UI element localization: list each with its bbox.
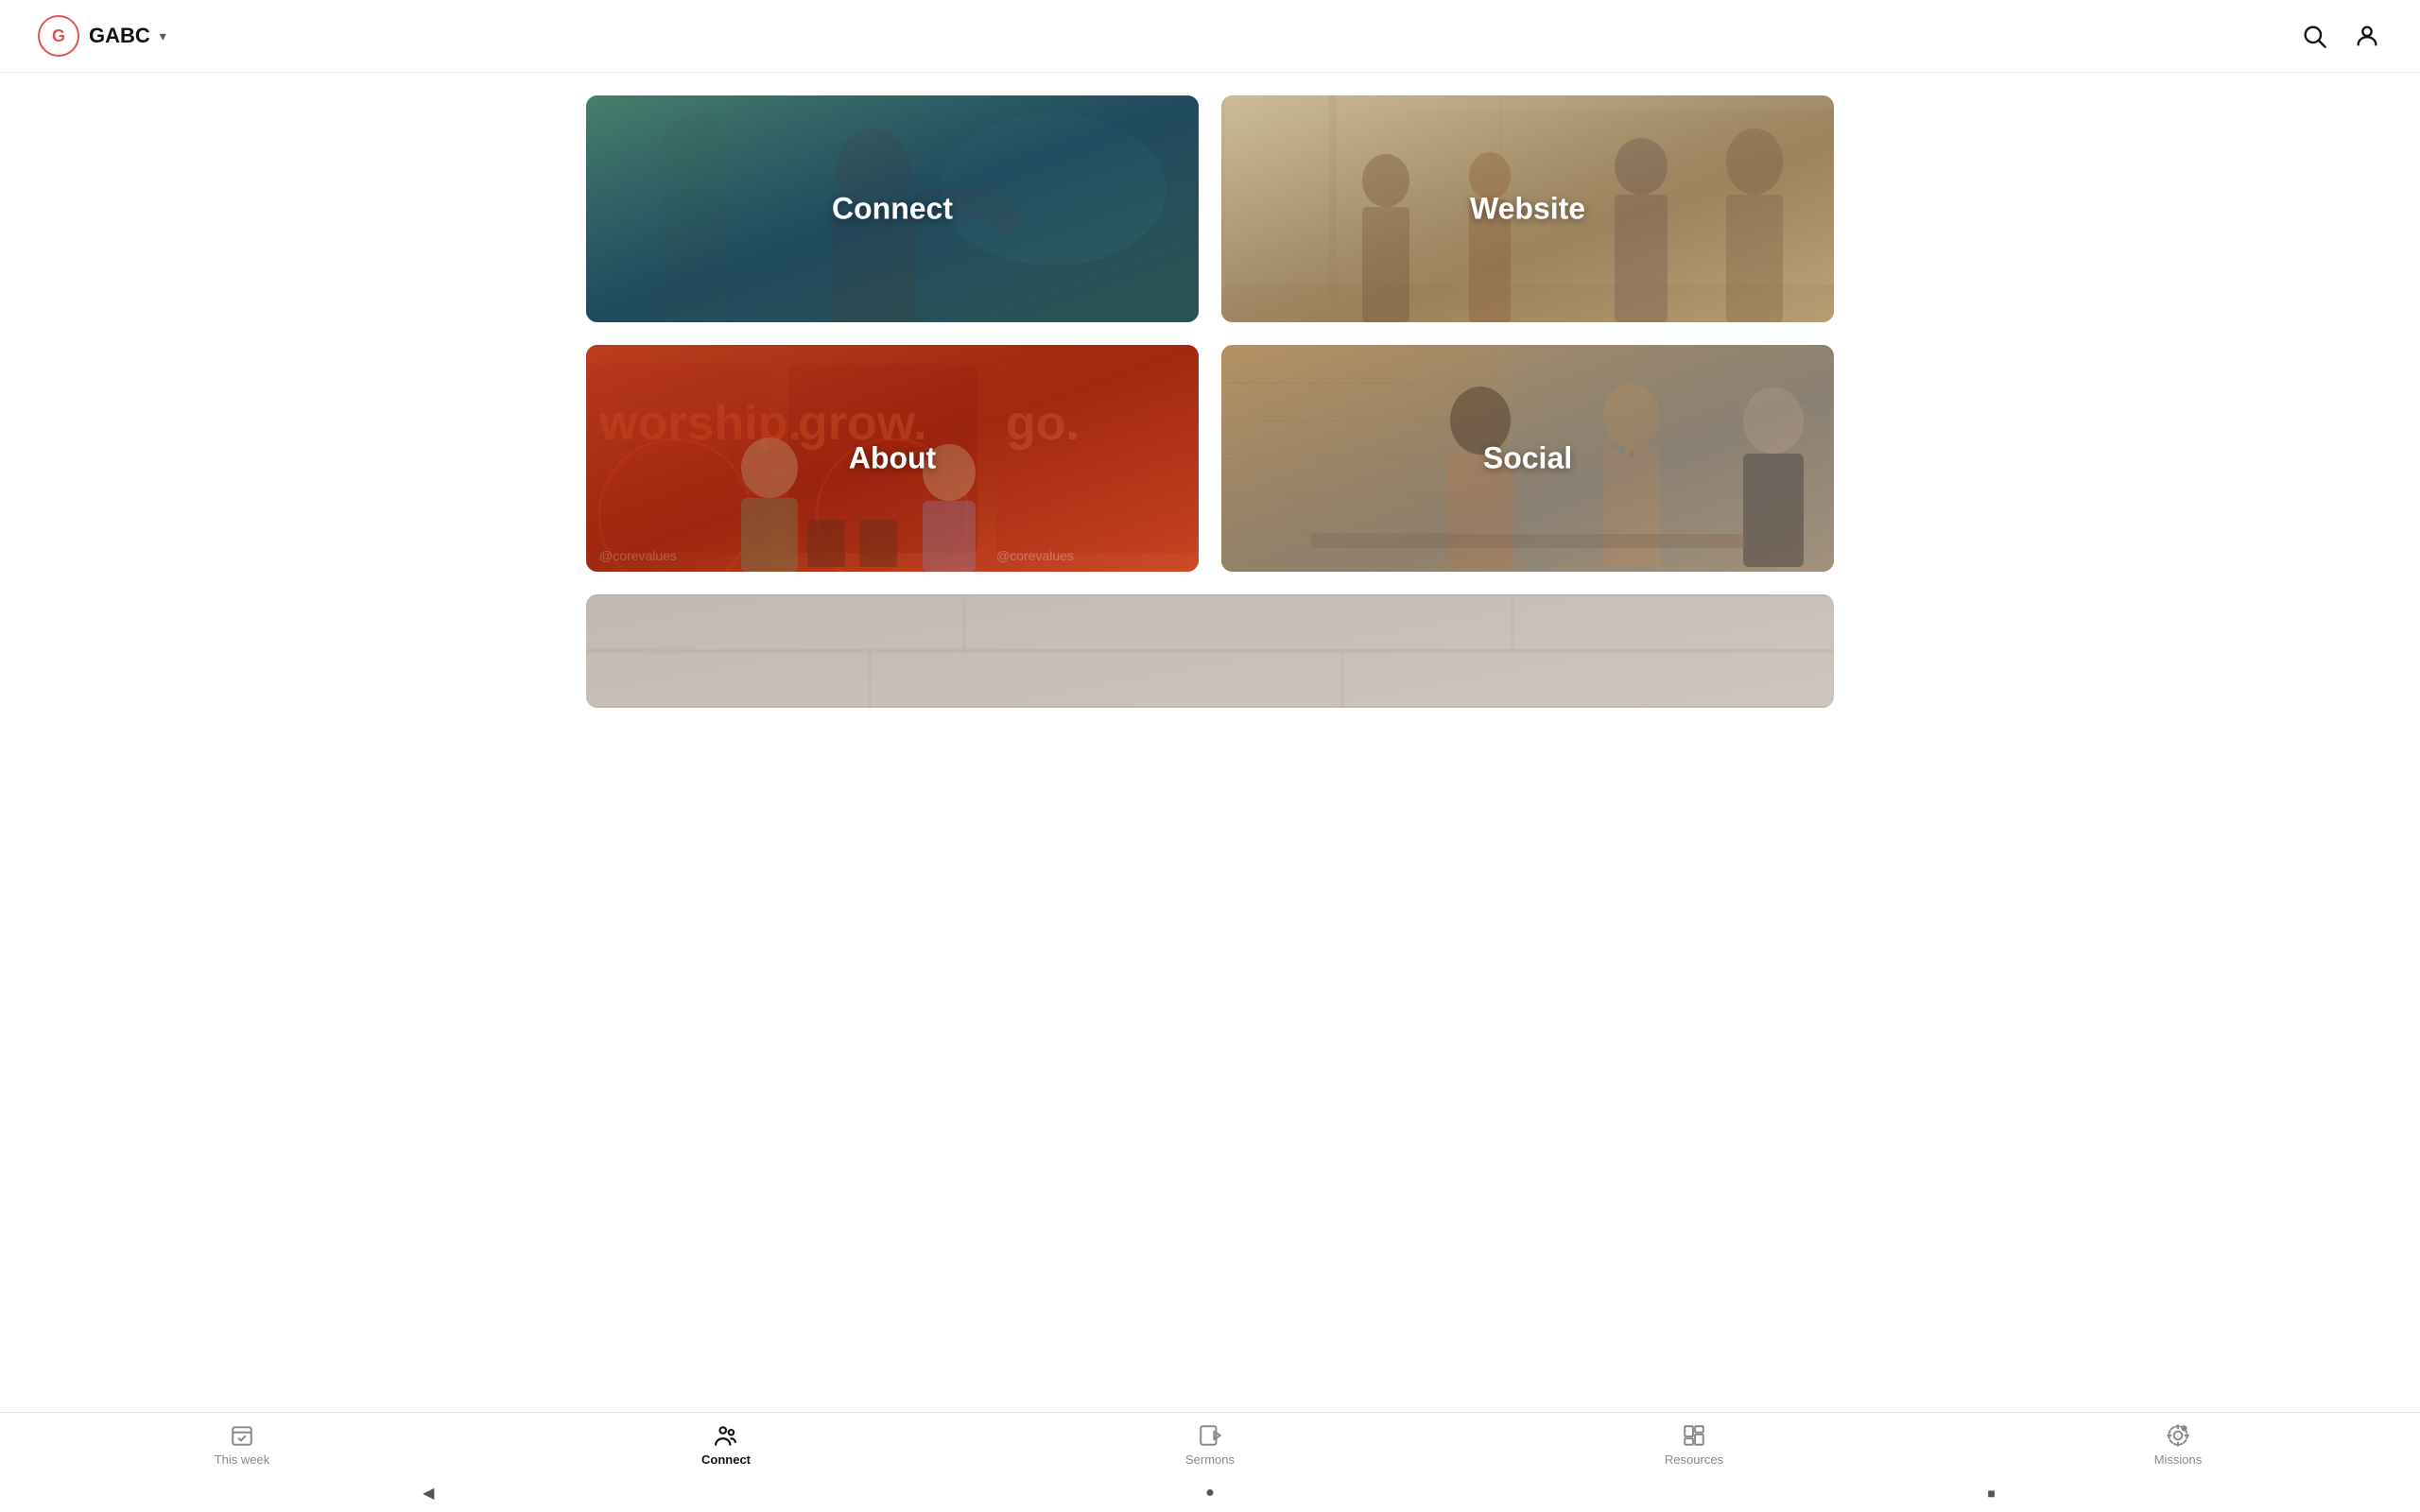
svg-text:go.: go. xyxy=(1006,396,1080,451)
main-content: Connect xyxy=(548,73,1872,821)
connect-illustration xyxy=(586,95,1199,322)
this-week-icon xyxy=(229,1422,255,1449)
header-left: G GABC ▾ xyxy=(38,15,166,57)
header-right xyxy=(2299,21,2382,51)
about-card-bg: worship. grow. go. @coreval xyxy=(586,345,1199,572)
resources-label: Resources xyxy=(1665,1452,1723,1467)
top-row: Connect xyxy=(586,95,1834,322)
svg-text:@corevalues: @corevalues xyxy=(599,548,677,563)
nav-missions[interactable]: Missions xyxy=(2140,1422,2216,1467)
social-card-bg xyxy=(1221,345,1834,572)
svg-text:worship.: worship. xyxy=(598,396,802,451)
header: G GABC ▾ xyxy=(0,0,2420,73)
system-bar: ◀ ● ■ xyxy=(0,1474,2420,1512)
nav-connect[interactable]: Connect xyxy=(688,1422,764,1467)
connect-nav-label: Connect xyxy=(701,1452,751,1467)
nav-this-week[interactable]: This week xyxy=(204,1422,280,1467)
website-illustration xyxy=(1221,95,1834,322)
logo-avatar[interactable]: G xyxy=(38,15,79,57)
connect-card[interactable]: Connect xyxy=(586,95,1199,322)
missions-icon xyxy=(2165,1422,2191,1449)
connect-nav-icon xyxy=(713,1422,739,1449)
website-card[interactable]: Website xyxy=(1221,95,1834,322)
sermons-icon xyxy=(1197,1422,1223,1449)
this-week-label: This week xyxy=(215,1452,270,1467)
home-button[interactable]: ● xyxy=(1199,1482,1221,1504)
about-card[interactable]: worship. grow. go. @coreval xyxy=(586,345,1199,572)
website-card-bg xyxy=(1221,95,1834,322)
partial-illustration xyxy=(586,594,1834,708)
missions-label: Missions xyxy=(2154,1452,2203,1467)
chevron-down-icon[interactable]: ▾ xyxy=(160,28,166,44)
social-illustration xyxy=(1221,345,1834,572)
about-illustration: worship. grow. go. @coreval xyxy=(586,345,1199,572)
partial-card-bg xyxy=(586,594,1834,708)
search-button[interactable] xyxy=(2299,21,2329,51)
sermons-label: Sermons xyxy=(1185,1452,1235,1467)
svg-text:@corevalues: @corevalues xyxy=(996,548,1074,563)
connect-card-bg xyxy=(586,95,1199,322)
bottom-row: worship. grow. go. @coreval xyxy=(586,345,1834,572)
social-card[interactable]: Social xyxy=(1221,345,1834,572)
back-button[interactable]: ◀ xyxy=(417,1482,440,1504)
nav-resources[interactable]: Resources xyxy=(1656,1422,1732,1467)
bottom-navigation: This week Connect Sermons xyxy=(0,1412,2420,1474)
partial-card[interactable] xyxy=(586,594,1834,708)
app-name: GABC xyxy=(89,24,150,48)
profile-button[interactable] xyxy=(2352,21,2382,51)
resources-icon xyxy=(1681,1422,1707,1449)
svg-text:grow.: grow. xyxy=(798,396,927,451)
recents-button[interactable]: ■ xyxy=(1980,1482,2003,1504)
nav-sermons[interactable]: Sermons xyxy=(1172,1422,1248,1467)
